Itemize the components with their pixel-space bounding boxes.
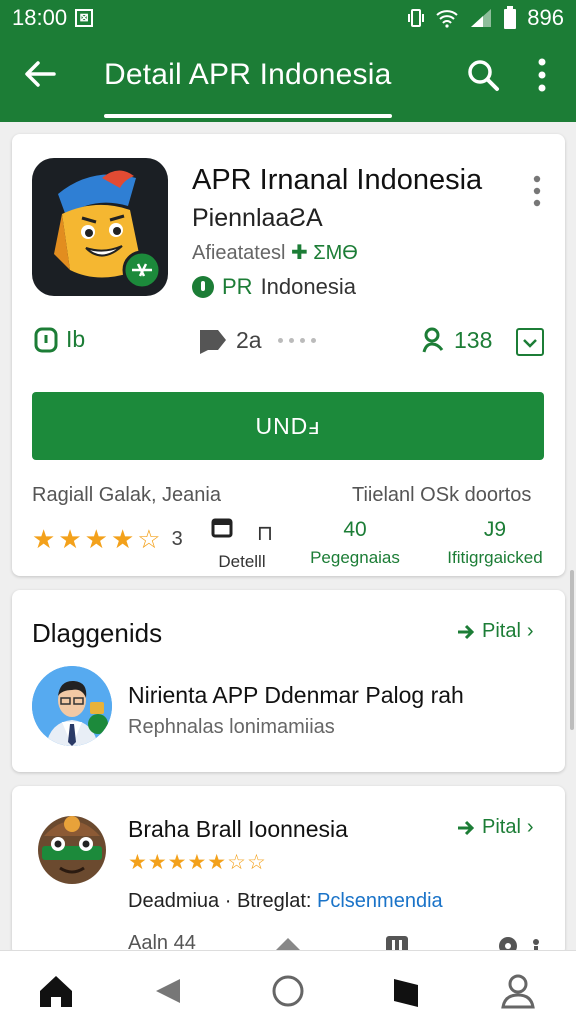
comment-icon [200, 330, 226, 354]
developer-prefix: PR [222, 274, 253, 299]
stat-downloads-value: Ib [66, 326, 86, 352]
tagged-column-label: Ifitigrgaicked [447, 548, 543, 567]
profile-icon[interactable] [498, 971, 538, 1011]
app-meta: Aﬁeatatesl ✚ ΣMӨ [192, 240, 358, 265]
star-icon: ★ [84, 524, 108, 554]
vibrate-icon [408, 9, 425, 27]
app-subtitle: PiennlaaƧA [192, 204, 323, 232]
category-text: Tiielanl OSk doortos [352, 484, 532, 506]
page-title: Detail APR Indonesia [104, 58, 392, 91]
circle-home-icon[interactable] [268, 971, 308, 1011]
stat-downloads: Ib [34, 326, 85, 353]
section-title: Dlaggenids [32, 618, 163, 648]
rating-stars: ★ ★ ★ ★ ☆ 3 [32, 524, 183, 555]
title-underline [104, 114, 392, 118]
developer-row[interactable]: PR Indonesia [192, 274, 356, 300]
detail-column-label: Detelll [218, 552, 266, 571]
list-item-meta-link[interactable]: Pclsenmendia [317, 890, 443, 912]
battery-level: 896 [527, 5, 564, 30]
check-icon[interactable] [516, 328, 544, 356]
chevron-right-icon: › [526, 816, 534, 838]
pages-column-label: Pegegnaias [310, 548, 400, 567]
app-list-card: Braha Brall Ioonnesia Pital › ★★★★★☆☆ De… [12, 786, 565, 956]
status-time: 18:00 [12, 5, 68, 30]
publisher-text: Ragiall Galak, Jeania [32, 484, 221, 506]
detail-column[interactable]: ⊓ Detelll [210, 518, 274, 572]
back-nav-icon[interactable] [150, 971, 190, 1011]
wifi-icon [436, 10, 458, 28]
pages-column-value: 40 [343, 518, 367, 541]
list-item-meta: Deadmiua · Btreglat: Pclsenmendia [128, 890, 443, 913]
card-more-icon[interactable] [532, 174, 542, 208]
list-item-more-link[interactable]: Pital › [456, 816, 534, 839]
avatar[interactable] [32, 666, 112, 746]
star-half-icon: ☆ [137, 524, 161, 554]
stat-users: 138 [420, 326, 492, 354]
list-item-more-label: Pital [482, 816, 521, 838]
developer-badge-icon [192, 276, 214, 298]
search-icon[interactable] [466, 58, 500, 92]
app-icon[interactable] [32, 158, 168, 296]
rating-stars: ★★★★★☆☆ [128, 851, 267, 874]
stat-users-value: 138 [454, 326, 493, 353]
arrow-right-icon [458, 624, 475, 639]
app-mascot-icon [54, 170, 162, 290]
battery-icon [504, 6, 517, 29]
star-icon: ★ [110, 524, 135, 554]
scrollbar[interactable] [570, 570, 574, 730]
rating-count: 3 [171, 528, 183, 550]
app-meta-prefix: Aﬁeatatesl [192, 242, 286, 264]
tagged-column[interactable]: J9 Ifitigrgaicked [440, 518, 550, 568]
app-detail-card: APR Irnanal Indonesia PiennlaaƧA Aﬁeatat… [12, 134, 565, 576]
star-icon: ★ [58, 524, 82, 554]
developer-name: Indonesia [260, 274, 356, 299]
bottom-nav [0, 950, 576, 1024]
sim-icon: ⊠ [75, 9, 94, 27]
recents-icon[interactable] [386, 971, 426, 1011]
stat-reviews: 2a [198, 326, 316, 354]
download-icon [34, 327, 58, 352]
chevron-right-icon: › [526, 620, 534, 642]
detail-column-top: ⊓ [256, 522, 274, 545]
stat-reviews-value: 2a [236, 326, 262, 353]
app-bar: Detail APR Indonesia [0, 36, 576, 122]
home-icon[interactable] [36, 971, 76, 1011]
app-title: APR Irnanal Indonesia [192, 164, 483, 196]
more-vert-icon[interactable] [530, 56, 554, 94]
list-item-title[interactable]: Braha Brall Ioonnesia [128, 816, 348, 843]
signal-icon [471, 9, 492, 27]
app-mascot-icon[interactable] [34, 806, 110, 886]
pages-column[interactable]: 40 Pegegnaias [304, 518, 406, 568]
list-item-subtitle: Rephnalas lonimamiias [128, 716, 335, 738]
pager-dots [277, 337, 316, 343]
status-bar: 18:00 ⊠ 896 [0, 0, 576, 36]
section-more-label: Pital [482, 620, 521, 642]
related-section-card: Dlaggenids Pital › Nirienta APP Ddenmar … [12, 590, 565, 772]
tagged-column-value: J9 [483, 518, 507, 541]
folder-icon: ⊓ [210, 518, 274, 546]
arrow-right-icon [458, 820, 475, 835]
list-item-title[interactable]: Nirienta APP Ddenmar Palog rah [128, 682, 464, 709]
section-more-link[interactable]: Pital › [456, 620, 534, 643]
back-arrow-icon[interactable] [22, 56, 58, 92]
app-meta-suffix: ✚ ΣMӨ [290, 242, 358, 264]
list-item-meta-mid: Btreglat: [236, 890, 312, 912]
list-item-meta-left: Deadmiua [128, 890, 220, 912]
star-icon: ★ [32, 524, 56, 554]
install-button[interactable]: UNDⅎ [32, 392, 544, 460]
meta-separator: · [224, 890, 232, 912]
user-icon [422, 327, 444, 353]
